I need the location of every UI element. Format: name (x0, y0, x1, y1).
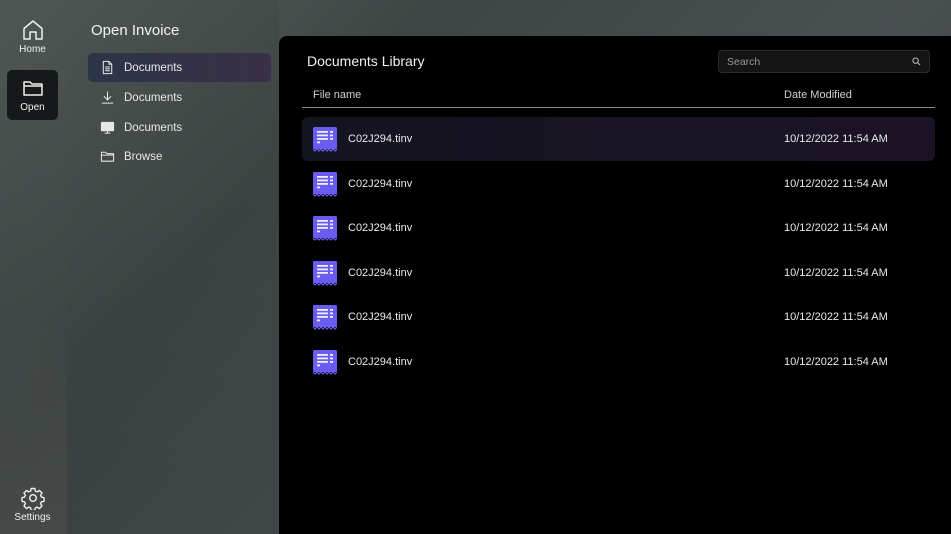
rail-home-button[interactable]: Home (7, 12, 58, 62)
rail-home-label: Home (19, 44, 46, 55)
invoice-file-icon (312, 261, 338, 286)
folder-open-icon (22, 81, 43, 96)
download-icon (101, 91, 114, 104)
file-date-modified: 10/12/2022 11:54 AM (784, 267, 888, 279)
navigation-rail: Home Open Settings (0, 0, 67, 534)
file-date-modified: 10/12/2022 11:54 AM (784, 178, 888, 190)
home-icon (22, 20, 43, 40)
file-date-modified: 10/12/2022 11:54 AM (784, 133, 888, 145)
invoice-file-icon (312, 216, 338, 241)
documents-library: Documents Library File name Date Modifie… (279, 36, 951, 534)
file-date-modified: 10/12/2022 11:54 AM (784, 222, 888, 234)
rail-open-button[interactable]: Open (7, 70, 58, 120)
column-header-file-name[interactable]: File name (313, 89, 361, 101)
rail-settings-label: Settings (14, 512, 51, 523)
nav-item-label: Browse (124, 150, 163, 163)
file-name: C02J294.tinv (348, 356, 413, 368)
nav-item-documents[interactable]: Documents (88, 53, 271, 82)
nav-item-downloads[interactable]: Documents (88, 83, 271, 112)
file-row[interactable]: C02J294.tinv 10/12/2022 11:54 AM (302, 251, 935, 295)
rail-open-label: Open (20, 102, 45, 113)
file-name: C02J294.tinv (348, 178, 413, 190)
nav-item-browse[interactable]: Browse (88, 142, 271, 171)
file-name: C02J294.tinv (348, 133, 413, 145)
file-name: C02J294.tinv (348, 267, 413, 279)
file-row[interactable]: C02J294.tinv 10/12/2022 11:54 AM (302, 117, 935, 161)
file-row[interactable]: C02J294.tinv 10/12/2022 11:54 AM (302, 340, 935, 384)
file-date-modified: 10/12/2022 11:54 AM (784, 311, 888, 323)
folder-icon (100, 151, 115, 162)
open-panel: Open Invoice Documents Documents Documen… (67, 0, 279, 534)
header-divider (302, 107, 935, 108)
invoice-file-icon (312, 350, 338, 375)
monitor-icon (100, 121, 115, 134)
nav-item-label: Documents (124, 121, 183, 134)
invoice-file-icon (312, 127, 338, 152)
document-icon (102, 60, 113, 75)
search-icon[interactable] (912, 57, 921, 66)
file-name: C02J294.tinv (348, 222, 413, 234)
search-box[interactable] (718, 50, 930, 73)
nav-item-label: Documents (124, 61, 183, 74)
file-name: C02J294.tinv (348, 311, 413, 323)
search-input[interactable] (727, 55, 912, 68)
file-row[interactable]: C02J294.tinv 10/12/2022 11:54 AM (302, 162, 935, 206)
file-date-modified: 10/12/2022 11:54 AM (784, 356, 888, 368)
file-row[interactable]: C02J294.tinv 10/12/2022 11:54 AM (302, 206, 935, 250)
gear-icon (20, 487, 45, 510)
rail-settings-button[interactable]: Settings (7, 480, 58, 530)
file-row[interactable]: C02J294.tinv 10/12/2022 11:54 AM (302, 295, 935, 339)
panel-title: Open Invoice (91, 22, 180, 39)
nav-item-desktop[interactable]: Documents (88, 113, 271, 142)
nav-item-label: Documents (124, 91, 183, 104)
invoice-file-icon (312, 305, 338, 330)
library-title: Documents Library (307, 53, 425, 69)
column-header-date-modified[interactable]: Date Modified (784, 89, 852, 101)
invoice-file-icon (312, 172, 338, 197)
